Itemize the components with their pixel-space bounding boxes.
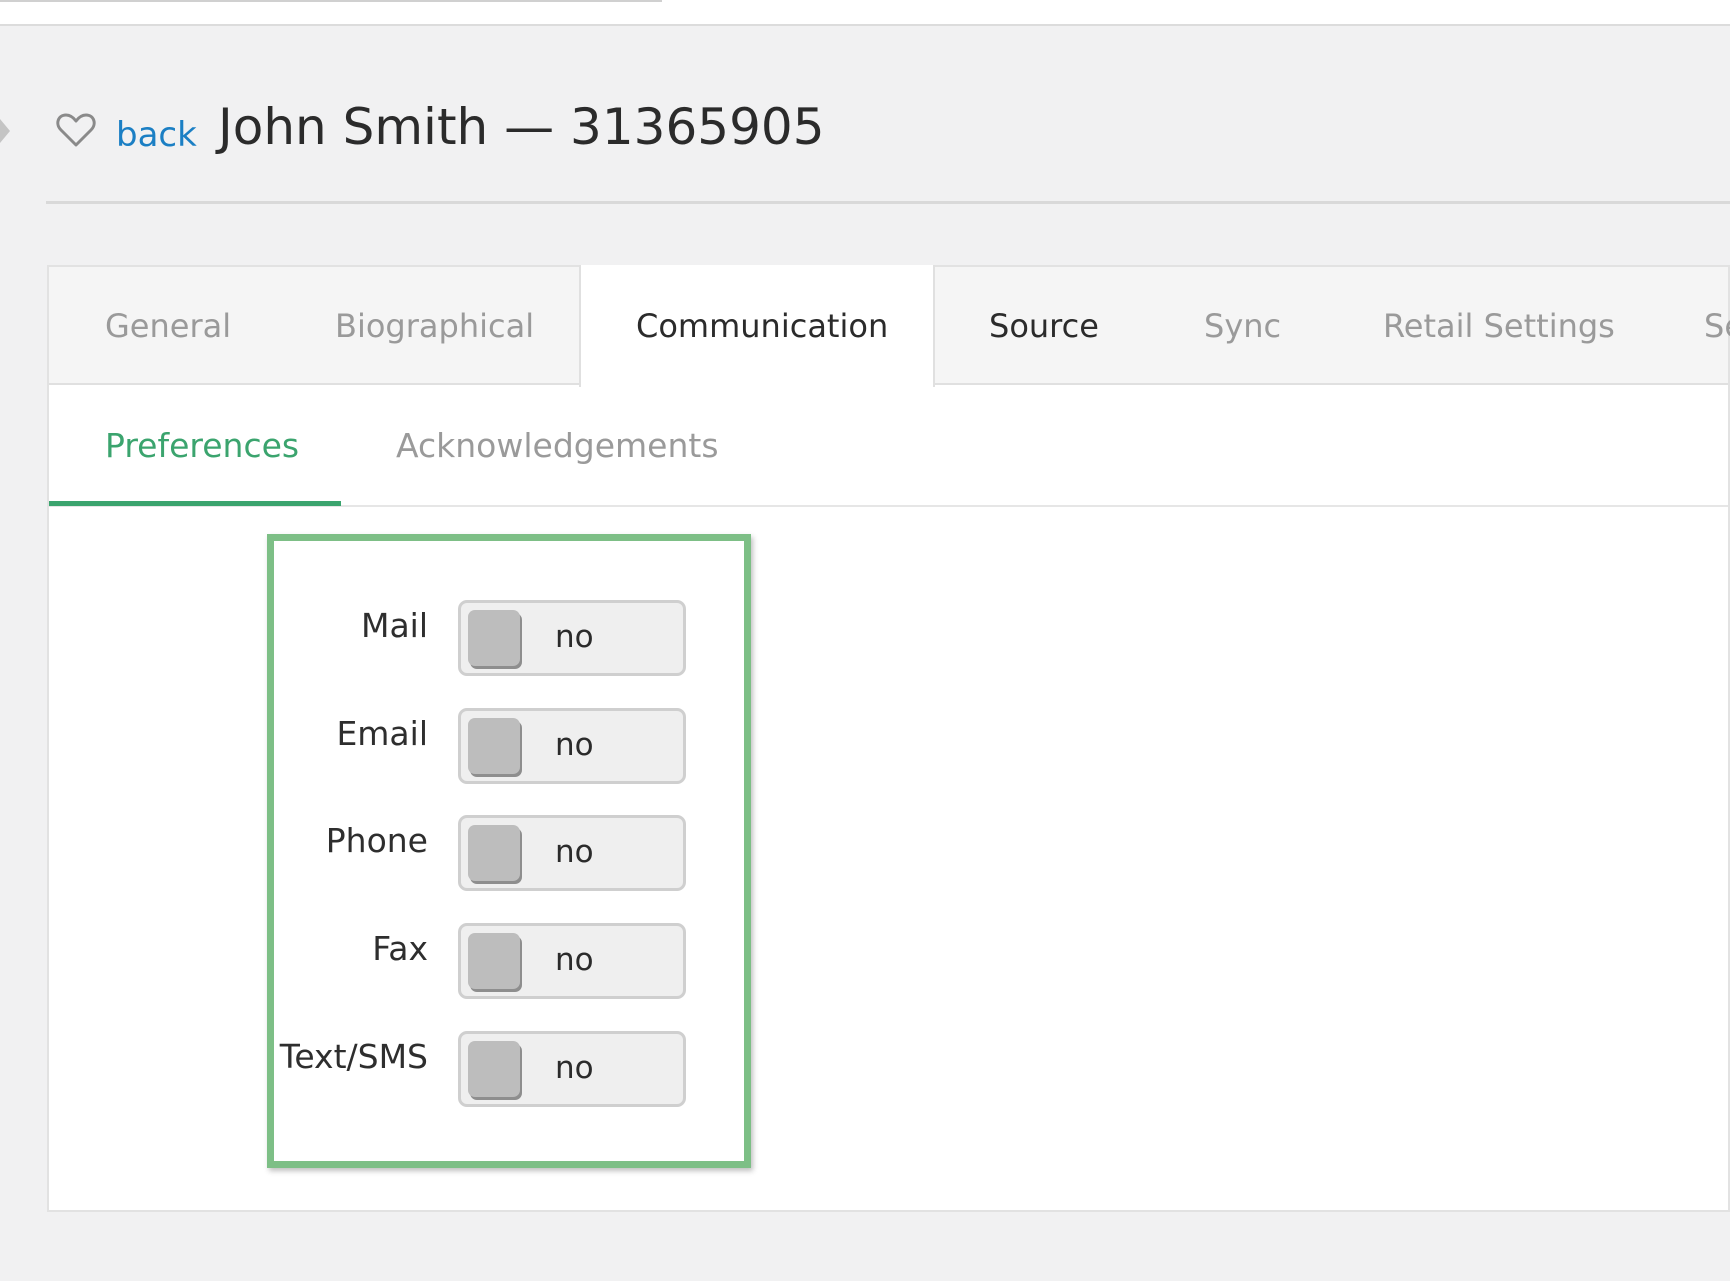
top-bar [0, 0, 1730, 26]
pref-row-text-sms: Text/SMS no [274, 1031, 744, 1107]
toggle-value: no [555, 942, 594, 978]
tab-sync[interactable]: Sync [1204, 267, 1281, 385]
text-sms-toggle[interactable]: no [458, 1031, 686, 1107]
page-header: back John Smith — 31365905 [46, 70, 1730, 204]
back-link[interactable]: back [116, 115, 197, 155]
pref-row-phone: Phone no [274, 815, 744, 891]
toggle-value: no [555, 727, 594, 763]
tab-general[interactable]: General [105, 267, 231, 385]
toggle-knob [468, 825, 520, 881]
toggle-knob [468, 610, 520, 666]
active-subtab-indicator [49, 501, 341, 506]
fax-toggle[interactable]: no [458, 923, 686, 999]
pref-label: Email [336, 714, 428, 753]
horizontal-scrollbar[interactable] [0, 0, 662, 2]
pref-row-email: Email no [274, 708, 744, 784]
page-title: John Smith — 31365905 [218, 98, 825, 156]
sidebar-expand-arrow-icon[interactable] [0, 119, 10, 143]
tab-overflow[interactable]: Se [1704, 267, 1730, 385]
pref-row-fax: Fax no [274, 923, 744, 999]
pref-label: Text/SMS [279, 1037, 428, 1076]
subtab-acknowledgements[interactable]: Acknowledgements [396, 385, 719, 507]
tab-communication[interactable]: Communication [636, 267, 888, 385]
main-tabs: General Biographical Communication Sourc… [49, 265, 1730, 387]
pref-label: Phone [325, 821, 428, 860]
subtab-preferences[interactable]: Preferences [105, 385, 299, 507]
pref-row-mail: Mail no [274, 600, 744, 676]
toggle-value: no [555, 834, 594, 870]
toggle-knob [468, 718, 520, 774]
pref-label: Mail [360, 606, 428, 645]
phone-toggle[interactable]: no [458, 815, 686, 891]
toggle-knob [468, 933, 520, 989]
heart-icon[interactable] [56, 112, 96, 148]
tab-source[interactable]: Source [989, 267, 1099, 385]
tab-biographical[interactable]: Biographical [335, 267, 534, 385]
tab-retail-settings[interactable]: Retail Settings [1383, 267, 1615, 385]
email-toggle[interactable]: no [458, 708, 686, 784]
sub-tabs: Preferences Acknowledgements [49, 385, 1728, 507]
pref-label: Fax [372, 929, 428, 968]
toggle-value: no [555, 619, 594, 655]
toggle-knob [468, 1041, 520, 1097]
mail-toggle[interactable]: no [458, 600, 686, 676]
record-panel: General Biographical Communication Sourc… [47, 265, 1730, 1212]
communication-preferences-box: Mail no Email no Phone no Fax no Text/SM… [267, 534, 751, 1168]
toggle-value: no [555, 1050, 594, 1086]
